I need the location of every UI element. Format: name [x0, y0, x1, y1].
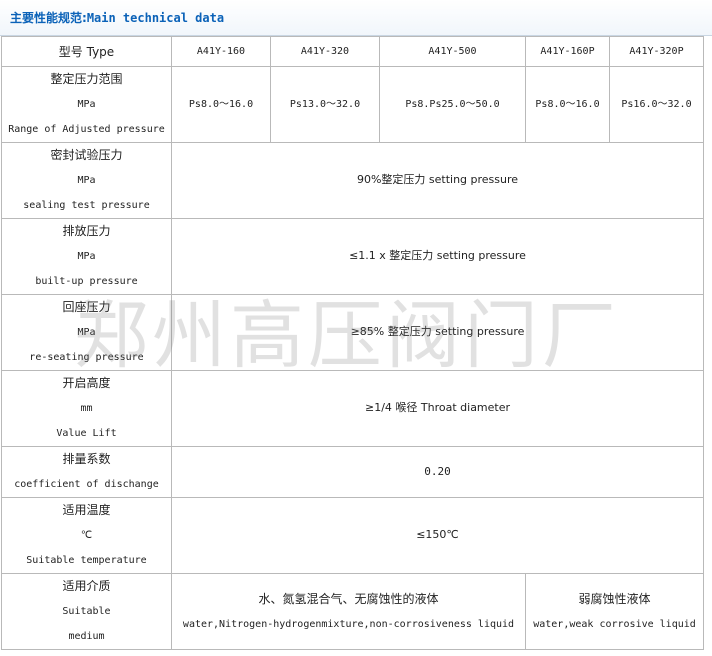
builtup-value: ≤1.1 x 整定压力 setting pressure	[349, 249, 526, 262]
medium-b-cn: 弱腐蚀性液体	[578, 591, 651, 606]
medium-a-en: water,Nitrogen-hydrogenmixture,non-corro…	[182, 618, 515, 630]
table-cell-medium-b: 弱腐蚀性液体 water,weak corrosive liquid	[525, 573, 704, 650]
discharge-value: 0.20	[424, 464, 451, 478]
table-row: 回座压力 MPa re-seating pressure ≥85% 整定压力 s…	[1, 294, 704, 371]
row-label-unit: MPa	[77, 327, 96, 338]
row-label-medium: 适用介质 Suitable medium	[1, 573, 172, 650]
row-label-cn: 整定压力范围	[50, 72, 123, 86]
row-label-en: medium	[68, 631, 105, 642]
row-label-en: sealing test pressure	[23, 200, 150, 211]
table-row: 开启高度 mm Value Lift ≥1/4 喉径 Throat diamet…	[1, 370, 704, 447]
table-cell: Ps16.0～32.0	[609, 66, 704, 143]
row-label-pressure-range: 整定压力范围 MPa Range of Adjusted pressure	[1, 66, 172, 143]
row-label-en: built-up pressure	[35, 276, 138, 287]
sealing-value: 90%整定压力 setting pressure	[356, 173, 519, 186]
lift-value: ≥1/4 喉径 Throat diameter	[364, 401, 511, 414]
medium-a-cn: 水、氮氢混合气、无腐蚀性的液体	[258, 591, 439, 606]
header-model: A41Y-320	[270, 36, 380, 67]
page: 主要性能规范: Main technical data 型号 Type A41Y…	[0, 0, 712, 656]
row-label-reseating: 回座压力 MPa re-seating pressure	[1, 294, 172, 371]
row-label-builtup: 排放压力 MPa built-up pressure	[1, 218, 172, 295]
row-label-en: re-seating pressure	[29, 352, 144, 363]
row-label-cn: 排量系数	[62, 452, 111, 466]
table-cell: ≤150℃	[171, 497, 704, 574]
row-label-en: Value Lift	[56, 428, 117, 439]
table-cell: Ps8.0～16.0	[525, 66, 610, 143]
header-model: A41Y-160P	[525, 36, 610, 67]
header-model: A41Y-160	[171, 36, 271, 67]
row-label-lift: 开启高度 mm Value Lift	[1, 370, 172, 447]
technical-data-table: 型号 Type A41Y-160 A41Y-320 A41Y-500 A41Y-…	[1, 36, 704, 650]
table-row: 排量系数 coefficient of dischange 0.20	[1, 446, 704, 498]
row-label-sealing: 密封试验压力 MPa sealing test pressure	[1, 142, 172, 219]
row-label-temperature: 适用温度 ℃ Suitable temperature	[1, 497, 172, 574]
row-label-cn: 排放压力	[62, 224, 111, 238]
table-row: 整定压力范围 MPa Range of Adjusted pressure Ps…	[1, 66, 704, 143]
row-label-cn: 密封试验压力	[50, 148, 123, 162]
row-label-en: coefficient of dischange	[14, 479, 159, 490]
header-model: A41Y-320P	[609, 36, 704, 67]
table-cell: ≤1.1 x 整定压力 setting pressure	[171, 218, 704, 295]
row-label-unit: ℃	[80, 530, 93, 541]
table-cell: Ps8.0～16.0	[171, 66, 271, 143]
table-row: 密封试验压力 MPa sealing test pressure 90%整定压力…	[1, 142, 704, 219]
header-type-label: 型号 Type	[1, 36, 172, 67]
row-label-unit: mm	[80, 403, 93, 414]
table-header-row: 型号 Type A41Y-160 A41Y-320 A41Y-500 A41Y-…	[1, 36, 704, 67]
section-title-en: Main technical data	[86, 10, 225, 25]
table-row: 适用介质 Suitable medium 水、氮氢混合气、无腐蚀性的液体 wat…	[1, 573, 704, 650]
row-label-en: Range of Adjusted pressure	[8, 124, 165, 135]
section-title-cn: 主要性能规范:	[10, 11, 87, 25]
table-row: 适用温度 ℃ Suitable temperature ≤150℃	[1, 497, 704, 574]
table-cell: ≥85% 整定压力 setting pressure	[171, 294, 704, 371]
row-label-unit: MPa	[77, 251, 96, 262]
row-label-en: Suitable	[62, 606, 111, 617]
header-model: A41Y-500	[379, 36, 526, 67]
temperature-value: ≤150℃	[416, 528, 459, 541]
table-cell: 90%整定压力 setting pressure	[171, 142, 704, 219]
row-label-cn: 适用温度	[62, 503, 111, 517]
section-title: 主要性能规范: Main technical data	[0, 0, 712, 36]
row-label-unit: MPa	[77, 175, 96, 186]
table-cell: Ps8.Ps25.0～50.0	[379, 66, 526, 143]
table-row: 排放压力 MPa built-up pressure ≤1.1 x 整定压力 s…	[1, 218, 704, 295]
reseating-value: ≥85% 整定压力 setting pressure	[350, 325, 525, 338]
table-cell: 0.20	[171, 446, 704, 498]
table-cell: ≥1/4 喉径 Throat diameter	[171, 370, 704, 447]
row-label-cn: 开启高度	[62, 376, 111, 390]
row-label-cn: 适用介质	[62, 579, 111, 593]
row-label-unit: MPa	[77, 99, 96, 110]
table-cell: Ps13.0～32.0	[270, 66, 380, 143]
table-cell-medium-a: 水、氮氢混合气、无腐蚀性的液体 water,Nitrogen-hydrogenm…	[171, 573, 526, 650]
row-label-cn: 回座压力	[62, 300, 111, 314]
medium-b-en: water,weak corrosive liquid	[533, 618, 696, 630]
row-label-discharge: 排量系数 coefficient of dischange	[1, 446, 172, 498]
row-label-en: Suitable temperature	[26, 555, 147, 566]
